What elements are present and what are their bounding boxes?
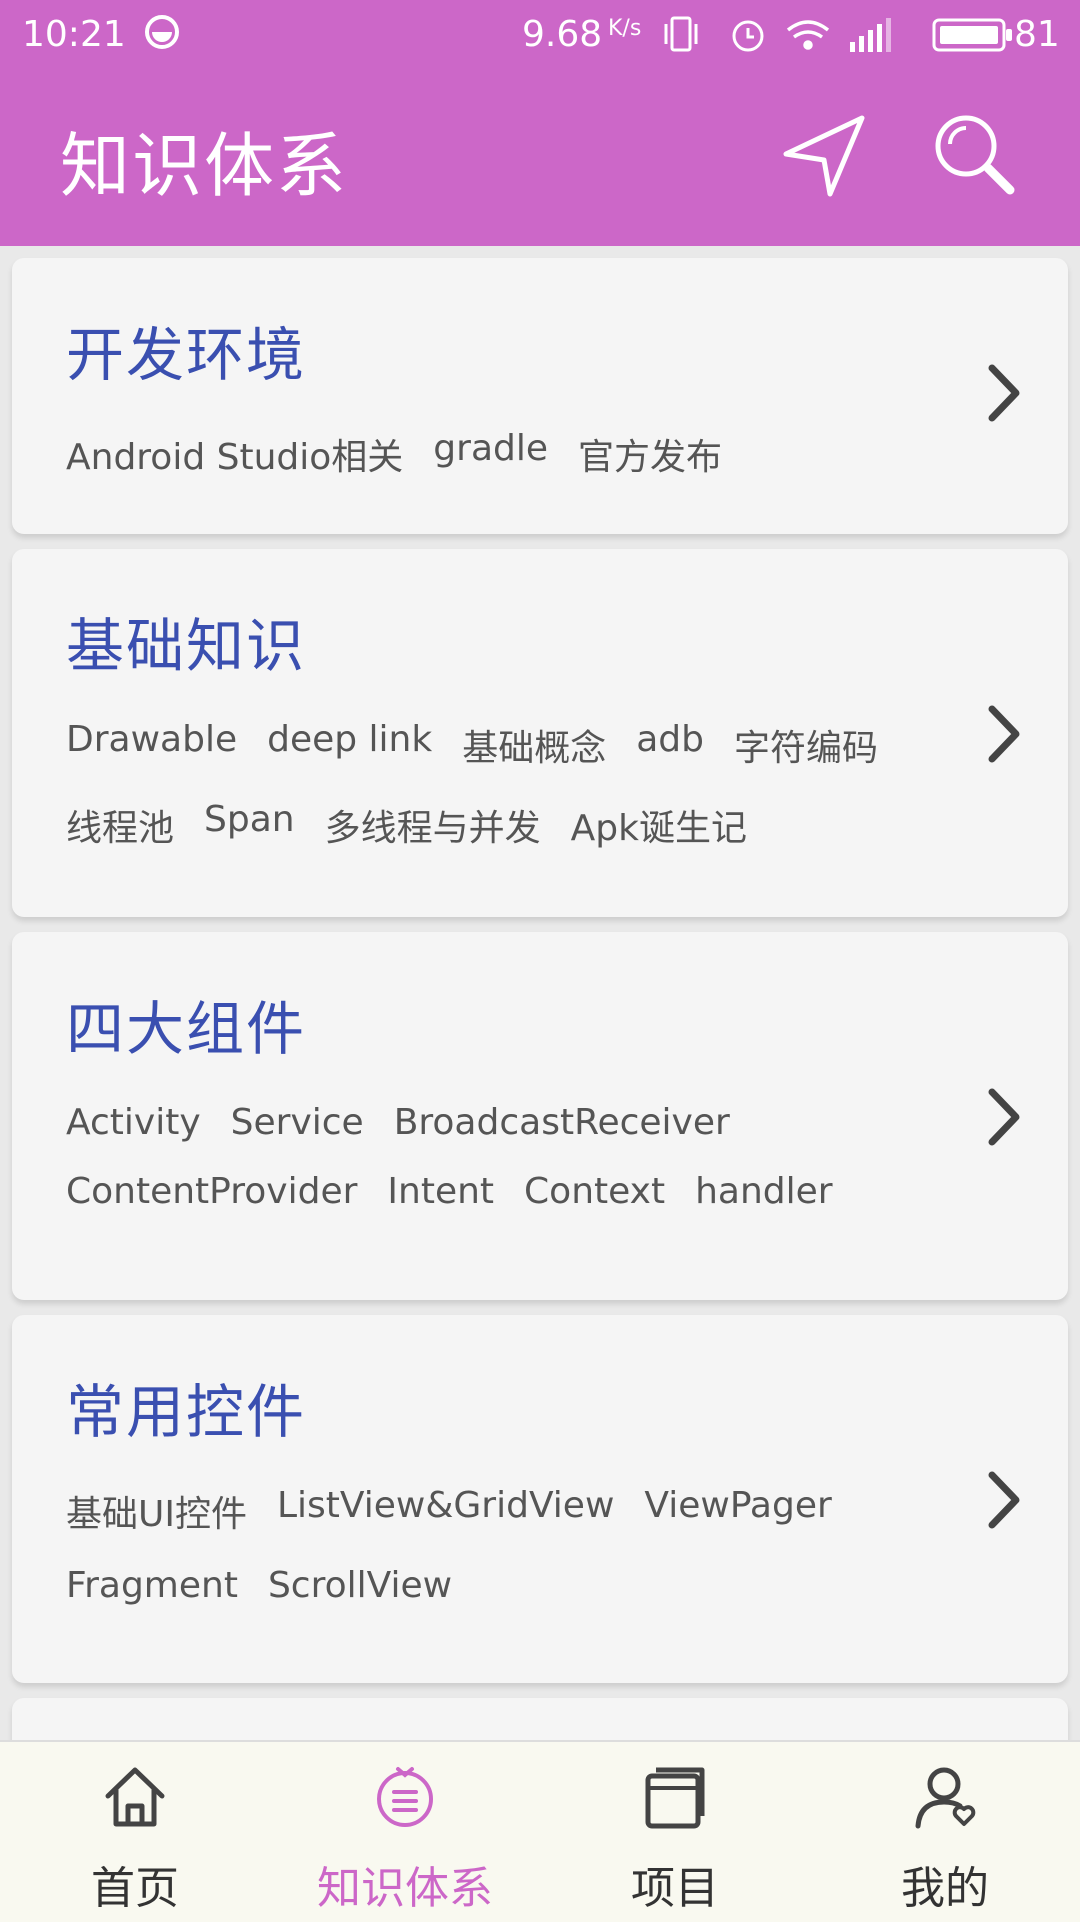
project-icon xyxy=(645,1767,705,1829)
category-tag[interactable]: Intent xyxy=(387,1171,494,1212)
category-tag[interactable]: ListView&GridView xyxy=(277,1485,614,1537)
network-speed: 9.68 xyxy=(522,14,603,55)
tab-knowledge[interactable]: 知识体系 xyxy=(270,1742,540,1922)
category-tag[interactable]: handler xyxy=(695,1171,833,1212)
category-tag[interactable]: 官方发布 xyxy=(578,428,722,480)
chevron-right-icon[interactable] xyxy=(980,358,1030,428)
tab-project[interactable]: 项目 xyxy=(540,1742,810,1922)
notification-icon xyxy=(145,15,179,49)
tab-project-label: 项目 xyxy=(631,1863,719,1914)
category-tag[interactable]: ViewPager xyxy=(644,1485,831,1537)
network-speed-unit: K/s xyxy=(608,16,642,41)
category-card[interactable]: 四大组件 Activity Service BroadcastReceiver … xyxy=(12,932,1068,1300)
category-tag[interactable]: 基础概念 xyxy=(462,719,606,771)
category-tag[interactable]: gradle xyxy=(433,428,548,480)
category-tag[interactable]: 线程池 xyxy=(66,799,174,851)
page-title: 知识体系 xyxy=(60,125,348,207)
category-tag[interactable]: ContentProvider xyxy=(66,1171,357,1212)
category-title: 基础知识 xyxy=(66,612,307,680)
category-title: 四大组件 xyxy=(66,995,307,1063)
chevron-right-icon[interactable] xyxy=(980,1465,1030,1535)
profile-icon xyxy=(915,1767,976,1829)
category-tag[interactable]: deep link xyxy=(267,719,432,771)
status-bar: 10:21 9.68 K/s 81 xyxy=(0,0,1080,70)
category-title: 常用控件 xyxy=(66,1378,307,1446)
category-tags: Activity Service BroadcastReceiver Conte… xyxy=(66,1102,946,1212)
tab-knowledge-label: 知识体系 xyxy=(317,1863,493,1914)
navigation-arrow-icon[interactable] xyxy=(780,110,870,200)
chevron-right-icon[interactable] xyxy=(980,699,1030,769)
app-bar: 知识体系 xyxy=(0,70,1080,246)
tab-mine[interactable]: 我的 xyxy=(810,1742,1080,1922)
tab-home-label: 首页 xyxy=(91,1863,179,1914)
category-tag[interactable]: Service xyxy=(231,1102,364,1143)
category-tag[interactable]: Span xyxy=(204,799,295,851)
search-icon[interactable] xyxy=(930,110,1020,200)
category-tag[interactable]: 多线程与并发 xyxy=(325,799,541,851)
category-tag[interactable]: BroadcastReceiver xyxy=(394,1102,730,1143)
category-tag[interactable]: 字符编码 xyxy=(734,719,878,771)
alarm-icon xyxy=(732,20,764,52)
tab-mine-label: 我的 xyxy=(901,1863,989,1914)
category-tag[interactable]: Apk诞生记 xyxy=(571,799,747,851)
category-card[interactable]: 开发环境 Android Studio相关 gradle 官方发布 xyxy=(12,258,1068,534)
category-list: 开发环境 Android Studio相关 gradle 官方发布 基础知识 D… xyxy=(12,258,1068,1833)
category-tag[interactable]: Android Studio相关 xyxy=(66,428,403,480)
category-card[interactable]: 常用控件 基础UI控件 ListView&GridView ViewPager … xyxy=(12,1315,1068,1683)
battery-level: 81 xyxy=(1014,14,1060,55)
status-icons xyxy=(664,16,891,52)
home-icon xyxy=(105,1767,165,1827)
vibrate-icon xyxy=(664,16,698,52)
category-tag[interactable]: 基础UI控件 xyxy=(66,1485,247,1537)
signal-icon xyxy=(850,18,891,52)
category-tag[interactable]: Context xyxy=(524,1171,665,1212)
category-tags: Android Studio相关 gradle 官方发布 xyxy=(66,428,946,480)
category-tag[interactable]: adb xyxy=(636,719,704,771)
category-card[interactable]: 基础知识 Drawable deep link 基础概念 adb 字符编码 线程… xyxy=(12,549,1068,917)
category-title: 开发环境 xyxy=(66,321,307,389)
category-tag[interactable]: Activity xyxy=(66,1102,201,1143)
bottom-navigation: 首页 知识体系 项目 我的 xyxy=(0,1740,1080,1922)
wifi-icon xyxy=(786,20,830,50)
category-tag[interactable]: ScrollView xyxy=(268,1565,452,1606)
category-tag[interactable]: Fragment xyxy=(66,1565,238,1606)
tab-home[interactable]: 首页 xyxy=(0,1742,270,1922)
category-tags: Drawable deep link 基础概念 adb 字符编码 线程池 Spa… xyxy=(66,719,946,851)
status-time: 10:21 xyxy=(22,14,126,55)
knowledge-list-icon xyxy=(377,1767,433,1827)
battery-icon xyxy=(932,18,1012,52)
category-tags: 基础UI控件 ListView&GridView ViewPager Fragm… xyxy=(66,1485,946,1606)
category-tag[interactable]: Drawable xyxy=(66,719,237,771)
chevron-right-icon[interactable] xyxy=(980,1082,1030,1152)
